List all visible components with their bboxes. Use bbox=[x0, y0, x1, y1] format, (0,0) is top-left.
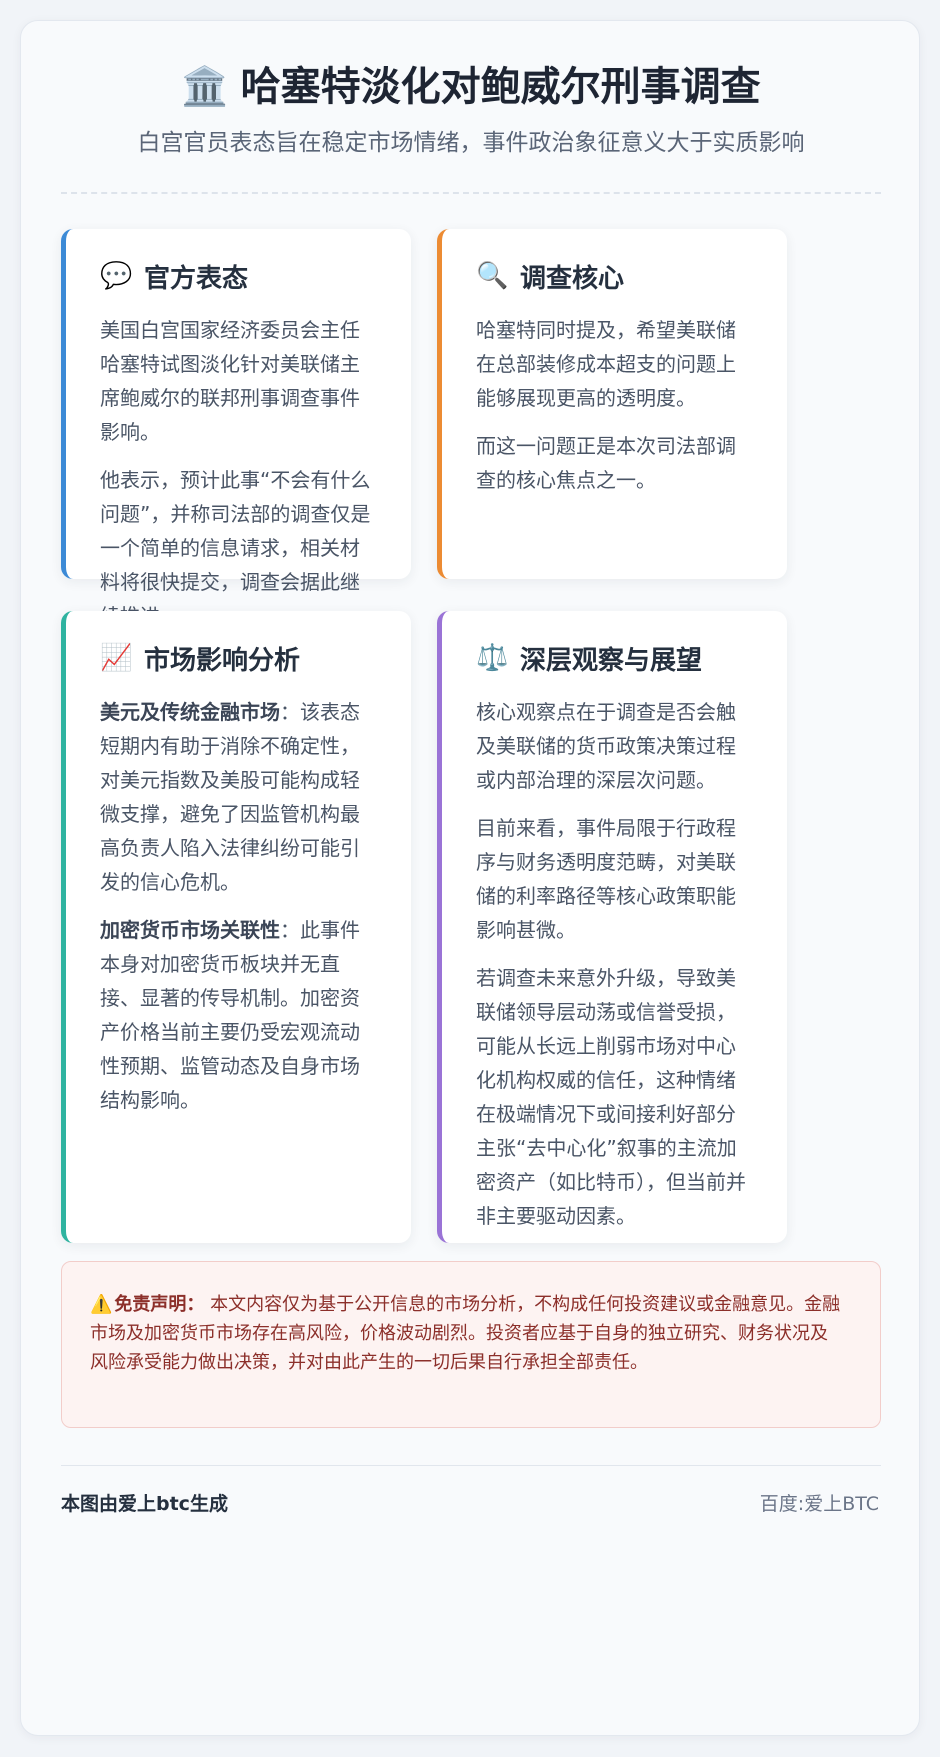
card-paragraph: 美国白宫国家经济委员会主任哈塞特试图淡化针对美联储主席鲍威尔的联邦刑事调查事件影… bbox=[100, 318, 360, 444]
card-title-text: 市场影响分析 bbox=[144, 645, 301, 676]
scales-icon: ⚖️ bbox=[476, 643, 509, 673]
page-subtitle: 白宫官员表态旨在稳定市场情绪，事件政治象征意义大于实质影响 bbox=[137, 130, 805, 156]
header-divider bbox=[61, 192, 881, 194]
card-paragraph: 加密货币市场关联性：此事件本身对加密货币板块并无直接、显著的传导机制。加密资产价… bbox=[100, 913, 373, 1117]
card-official-statement: 💬 官方表态 美国白宫国家经济委员会主任哈塞特试图淡化针对美联储主席鲍威尔的联邦… bbox=[61, 229, 411, 628]
warning-icon: ⚠️ bbox=[90, 1294, 113, 1315]
footer-credit: 本图由爱上btc生成 bbox=[61, 1493, 228, 1515]
magnifier-icon: 🔍 bbox=[476, 261, 509, 291]
card-title-text: 深层观察与展望 bbox=[520, 645, 703, 676]
chart-up-icon: 📈 bbox=[100, 643, 133, 673]
footer-source: 百度:爱上BTC bbox=[759, 1493, 879, 1515]
card-paragraph: 哈塞特同时提及，希望美联储在总部装修成本超支的问题上能够展现更高的透明度。 bbox=[476, 318, 736, 410]
header: 🏛️ 哈塞特淡化对鲍威尔刑事调查 白宫官员表态旨在稳定市场情绪，事件政治象征意义… bbox=[61, 61, 881, 159]
paragraph-lead: 美元及传统金融市场 bbox=[100, 700, 280, 724]
card-paragraph: 他表示，预计此事“不会有什么问题”，并称司法部的调查仅是一个简单的信息请求，相关… bbox=[100, 468, 371, 628]
paragraph-lead: 加密货币市场关联性 bbox=[100, 918, 280, 942]
government-building-icon: 🏛️ bbox=[181, 64, 229, 109]
card-deep-outlook: ⚖️ 深层观察与展望 核心观察点在于调查是否会触及美联储的货币政策决策过程或内部… bbox=[437, 611, 787, 1243]
card-title: 📈 市场影响分析 bbox=[100, 641, 373, 676]
card-title: 💬 官方表态 bbox=[100, 259, 373, 294]
page-title-text: 哈塞特淡化对鲍威尔刑事调查 bbox=[240, 64, 761, 110]
disclaimer-box: ⚠️ 免责声明： 本文内容仅为基于公开信息的市场分析，不构成任何投资建议或金融意见… bbox=[61, 1261, 881, 1428]
card-title-text: 官方表态 bbox=[144, 263, 249, 294]
infographic-page: 🏛️ 哈塞特淡化对鲍威尔刑事调查 白宫官员表态旨在稳定市场情绪，事件政治象征意义… bbox=[20, 20, 920, 1736]
card-investigation-core: 🔍 调查核心 哈塞特同时提及，希望美联储在总部装修成本超支的问题上能够展现更高的… bbox=[437, 229, 787, 579]
card-title: 🔍 调查核心 bbox=[476, 259, 749, 294]
card-paragraph: 而这一问题正是本次司法部调查的核心焦点之一。 bbox=[476, 434, 736, 492]
card-paragraph: 美元及传统金融市场：该表态短期内有助于消除不确定性，对美元指数及美股可能构成轻微… bbox=[100, 695, 373, 899]
card-paragraph: 目前来看，事件局限于行政程序与财务透明度范畴，对美联储的利率路径等核心政策职能影… bbox=[476, 816, 736, 942]
card-market-impact: 📈 市场影响分析 美元及传统金融市场：该表态短期内有助于消除不确定性，对美元指数… bbox=[61, 611, 411, 1243]
footer-divider bbox=[61, 1465, 881, 1466]
card-paragraph: 核心观察点在于调查是否会触及美联储的货币政策决策过程或内部治理的深层次问题。 bbox=[476, 700, 736, 792]
page-title: 🏛️ 哈塞特淡化对鲍威尔刑事调查 bbox=[61, 61, 881, 113]
card-title: ⚖️ 深层观察与展望 bbox=[476, 641, 749, 676]
disclaimer-label: 免责声明： bbox=[114, 1294, 205, 1315]
speech-bubble-icon: 💬 bbox=[100, 261, 133, 291]
paragraph-body: ：此事件本身对加密货币板块并无直接、显著的传导机制。加密资产价格当前主要仍受宏观… bbox=[100, 918, 360, 1112]
paragraph-body: ：该表态短期内有助于消除不确定性，对美元指数及美股可能构成轻微支撑，避免了因监管… bbox=[100, 700, 360, 894]
card-title-text: 调查核心 bbox=[520, 263, 625, 294]
card-paragraph: 若调查未来意外升级，导致美联储领导层动荡或信誉受损，可能从长远上削弱市场对中心化… bbox=[476, 966, 746, 1228]
